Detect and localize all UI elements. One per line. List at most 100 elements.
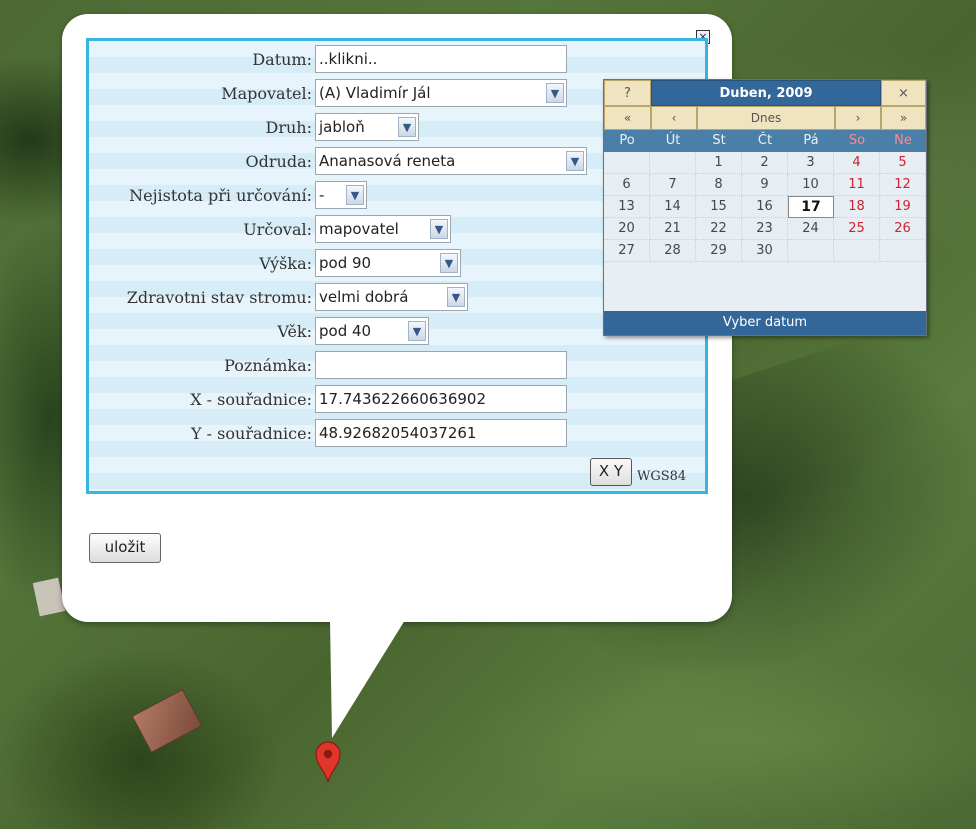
calendar-day[interactable]: 4 xyxy=(834,152,880,174)
form-row-y-souradnice: Y - souřadnice: 48.92682054037261 xyxy=(89,416,705,450)
form-row-poznamka: Poznámka: xyxy=(89,348,705,382)
calendar-day[interactable]: 12 xyxy=(880,174,926,196)
map-pin-icon[interactable] xyxy=(313,739,343,783)
calendar-day[interactable]: 20 xyxy=(604,218,650,240)
calendar-day[interactable]: 2 xyxy=(742,152,788,174)
urcoval-select[interactable]: mapovatel ▼ xyxy=(315,215,451,243)
calendar-day[interactable]: 30 xyxy=(742,240,788,262)
calendar-footer: Vyber datum xyxy=(604,311,926,335)
calendar-day-today[interactable]: 17 xyxy=(788,196,834,218)
calendar-day[interactable]: 26 xyxy=(880,218,926,240)
calendar-empty-cell xyxy=(834,240,880,262)
calendar-day[interactable]: 29 xyxy=(696,240,742,262)
x-souradnice-input[interactable]: 17.743622660636902 xyxy=(315,385,567,413)
calendar-empty-cell xyxy=(880,240,926,262)
vek-value: pod 40 xyxy=(319,322,372,340)
poznamka-input[interactable] xyxy=(315,351,567,379)
calendar-day[interactable]: 18 xyxy=(834,196,880,218)
save-button[interactable]: uložit xyxy=(89,533,161,563)
date-picker: ? Duben, 2009 × « ‹ Dnes › » Po Út St Čt Pá S… xyxy=(603,79,927,336)
xy-pick-button[interactable]: X Y xyxy=(590,458,632,486)
calendar-empty-cell xyxy=(650,152,696,174)
poznamka-label: Poznámka: xyxy=(224,356,312,375)
odruda-select[interactable]: Ananasová reneta ▼ xyxy=(315,147,587,175)
next-year-button[interactable]: » xyxy=(881,106,926,130)
calendar-day[interactable]: 16 xyxy=(742,196,788,218)
next-month-button[interactable]: › xyxy=(835,106,881,130)
weekday-label: Ne xyxy=(894,133,912,148)
chevron-down-icon[interactable]: ▼ xyxy=(408,321,426,341)
calendar-day[interactable]: 13 xyxy=(604,196,650,218)
calendar-help-button[interactable]: ? xyxy=(604,80,651,106)
vek-select[interactable]: pod 40 ▼ xyxy=(315,317,429,345)
calendar-nav: « ‹ Dnes › » xyxy=(604,106,926,130)
weekday-label: Po xyxy=(619,133,635,148)
chevron-down-icon[interactable]: ▼ xyxy=(346,185,364,205)
nejistota-label: Nejistota při určování: xyxy=(129,186,312,205)
calendar-day[interactable]: 28 xyxy=(650,240,696,262)
nejistota-select[interactable]: - ▼ xyxy=(315,181,367,209)
calendar-month-title: Duben, 2009 xyxy=(651,80,881,106)
calendar-day[interactable]: 24 xyxy=(788,218,834,240)
calendar-day[interactable]: 15 xyxy=(696,196,742,218)
weekday-label: St xyxy=(712,133,726,148)
calendar-day[interactable]: 7 xyxy=(650,174,696,196)
calendar-empty-cell xyxy=(604,152,650,174)
prev-year-button[interactable]: « xyxy=(604,106,651,130)
odruda-value: Ananasová reneta xyxy=(319,152,456,170)
chevron-down-icon[interactable]: ▼ xyxy=(566,151,584,171)
calendar-empty-cell xyxy=(788,240,834,262)
calendar-day[interactable]: 19 xyxy=(880,196,926,218)
vyska-value: pod 90 xyxy=(319,254,372,272)
vyska-label: Výška: xyxy=(259,254,312,273)
chevron-down-icon[interactable]: ▼ xyxy=(447,287,465,307)
urcoval-label: Určoval: xyxy=(243,220,312,239)
vyska-select[interactable]: pod 90 ▼ xyxy=(315,249,461,277)
calendar-day[interactable]: 21 xyxy=(650,218,696,240)
datum-label: Datum: xyxy=(252,50,312,69)
calendar-day[interactable]: 5 xyxy=(880,152,926,174)
datum-input[interactable]: ..klikni.. xyxy=(315,45,567,73)
mapovatel-value: (A) Vladimír Jál xyxy=(319,84,431,102)
druh-value: jabloň xyxy=(319,118,365,136)
calendar-day[interactable]: 8 xyxy=(696,174,742,196)
druh-select[interactable]: jabloň ▼ xyxy=(315,113,419,141)
calendar-header: ? Duben, 2009 × xyxy=(604,80,926,106)
day-grid: 1 2 3 4 5 6 7 8 9 10 11 12 13 14 15 16 17 18 19 20 21 22 23 24 2… xyxy=(604,152,926,312)
weekday-header: Po Út St Čt Pá So Ne xyxy=(604,130,926,152)
y-souradnice-input[interactable]: 48.92682054037261 xyxy=(315,419,567,447)
calendar-day[interactable]: 11 xyxy=(834,174,880,196)
calendar-day[interactable]: 14 xyxy=(650,196,696,218)
y-souradnice-label: Y - souřadnice: xyxy=(191,424,312,443)
calendar-day[interactable]: 27 xyxy=(604,240,650,262)
today-button[interactable]: Dnes xyxy=(697,106,835,130)
zdravotni-stav-select[interactable]: velmi dobrá ▼ xyxy=(315,283,468,311)
prev-month-button[interactable]: ‹ xyxy=(651,106,697,130)
calendar-day[interactable]: 1 xyxy=(696,152,742,174)
chevron-down-icon[interactable]: ▼ xyxy=(546,83,564,103)
chevron-down-icon[interactable]: ▼ xyxy=(430,219,448,239)
calendar-day[interactable]: 9 xyxy=(742,174,788,196)
x-souradnice-label: X - souřadnice: xyxy=(190,390,312,409)
calendar-day[interactable]: 10 xyxy=(788,174,834,196)
form-row-x-souradnice: X - souřadnice: 17.743622660636902 xyxy=(89,382,705,416)
form-row-datum: Datum: ..klikni.. xyxy=(89,42,705,76)
weekday-label: So xyxy=(848,133,866,148)
calendar-close-button[interactable]: × xyxy=(881,80,926,106)
calendar-day[interactable]: 23 xyxy=(742,218,788,240)
druh-label: Druh: xyxy=(265,118,312,137)
coord-system-label: WGS84 xyxy=(637,469,687,484)
odruda-label: Odruda: xyxy=(245,152,312,171)
calendar-day[interactable]: 22 xyxy=(696,218,742,240)
mapovatel-select[interactable]: (A) Vladimír Jál ▼ xyxy=(315,79,567,107)
calendar-day[interactable]: 3 xyxy=(788,152,834,174)
chevron-down-icon[interactable]: ▼ xyxy=(398,117,416,137)
chevron-down-icon[interactable]: ▼ xyxy=(440,253,458,273)
weekday-label: Pá xyxy=(803,133,819,148)
zdravotni-stav-value: velmi dobrá xyxy=(319,288,409,306)
mapovatel-label: Mapovatel: xyxy=(221,84,312,103)
zdravotni-stav-label: Zdravotni stav stromu: xyxy=(126,288,312,307)
vek-label: Věk: xyxy=(277,322,312,341)
calendar-day[interactable]: 25 xyxy=(834,218,880,240)
calendar-day[interactable]: 6 xyxy=(604,174,650,196)
